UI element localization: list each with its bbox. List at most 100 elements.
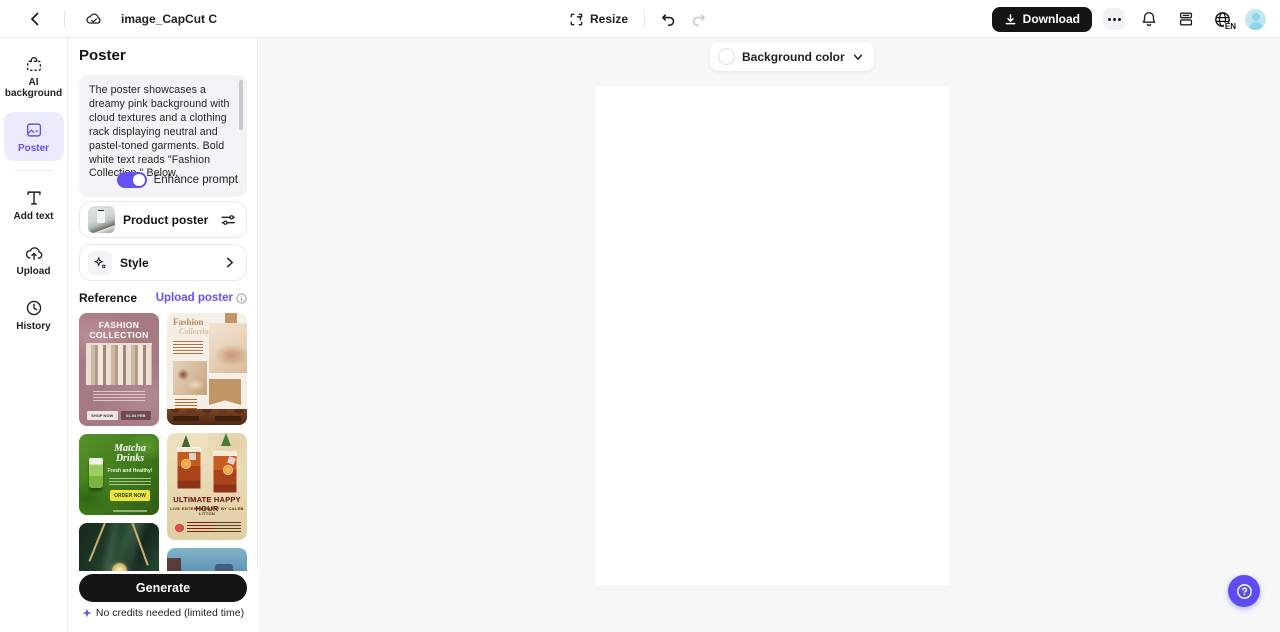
color-swatch — [718, 48, 735, 65]
panel-title: Poster — [79, 47, 126, 64]
bell-icon — [1140, 10, 1158, 28]
resize-button[interactable]: Resize — [563, 8, 634, 31]
download-icon — [1004, 13, 1017, 26]
back-button[interactable] — [22, 6, 48, 32]
poster-title: COLLECTION — [79, 330, 159, 340]
sidebar-item-label: Add text — [14, 211, 54, 222]
style-sparkle-icon — [88, 251, 112, 275]
fine-print — [173, 341, 203, 355]
avatar[interactable] — [1245, 9, 1266, 30]
product-poster-thumbnail — [88, 206, 115, 233]
bag-dashed-icon — [24, 54, 44, 74]
more-options-button[interactable] — [1103, 8, 1125, 30]
sidebar-item-add-text[interactable]: Add text — [4, 180, 64, 229]
fine-print — [93, 391, 145, 403]
sidebar-item-upload[interactable]: Upload — [4, 235, 64, 284]
chevron-down-icon — [852, 51, 864, 63]
enhance-prompt-label: Enhance prompt — [154, 174, 238, 186]
sidebar-item-label: Upload — [17, 266, 51, 277]
poster-tagline: Fresh and Healthy! — [105, 468, 155, 474]
divider — [14, 170, 54, 171]
reference-thumb-fashion-pink[interactable]: FASHIONCOLLECTION SHOP NOW 01-04 FEB — [79, 313, 159, 426]
download-button[interactable]: Download — [992, 7, 1092, 32]
upload-poster-button[interactable]: Upload poster — [156, 292, 247, 304]
language-badge: EN — [1224, 23, 1237, 31]
fine-print — [109, 478, 151, 486]
divider — [64, 11, 65, 27]
style-card[interactable]: Style — [79, 244, 247, 281]
top-bar: image_CapCut C Resize Download EN — [0, 0, 1280, 38]
redo-icon — [690, 11, 707, 28]
chevron-right-icon — [223, 256, 236, 269]
reference-thumb-matcha[interactable]: Matcha Drinks Fresh and Healthy! ORDER N… — [79, 434, 159, 515]
accessories-photo — [173, 361, 207, 395]
document-title[interactable]: image_CapCut C — [121, 12, 217, 26]
prompt-input[interactable]: The poster showcases a dreamy pink backg… — [79, 75, 247, 197]
product-poster-label: Product poster — [123, 213, 220, 227]
resize-icon — [569, 12, 584, 27]
upload-cloud-icon — [24, 243, 44, 263]
product-poster-card[interactable]: Product poster — [79, 201, 247, 238]
fine-print — [187, 522, 213, 534]
sidebar-item-poster[interactable]: Poster — [4, 112, 64, 161]
reference-thumb-happy-hour[interactable]: ULTIMATE HAPPY HOUR LIVE ENTERTAINMENT B… — [167, 433, 247, 540]
style-label: Style — [120, 256, 223, 270]
upload-poster-label: Upload poster — [156, 292, 233, 304]
reference-thumb-city[interactable] — [167, 548, 247, 571]
enhance-prompt-toggle[interactable] — [117, 172, 147, 188]
prompt-text[interactable]: The poster showcases a dreamy pink backg… — [89, 84, 233, 181]
generate-button[interactable]: Generate — [79, 574, 247, 602]
reference-label: Reference — [79, 291, 137, 305]
download-label: Download — [1023, 12, 1080, 26]
divider — [644, 11, 645, 27]
poster-panel: Poster The poster showcases a dreamy pin… — [68, 38, 258, 632]
background-color-label: Background color — [742, 50, 845, 64]
history-clock-icon — [24, 298, 44, 318]
prompt-scrollbar[interactable] — [239, 80, 243, 130]
text-icon — [24, 188, 44, 208]
clothing-rack-photo — [86, 343, 152, 385]
printer-icon — [1177, 10, 1195, 28]
credits-note: No credits needed (limited time) — [96, 607, 244, 619]
fine-print — [213, 522, 241, 534]
background-color-dropdown[interactable]: Background color — [710, 42, 874, 71]
gold-pendant — [112, 563, 127, 571]
sliders-icon[interactable] — [220, 212, 236, 228]
tool-rail: AI background Poster Add text Upload His… — [0, 38, 68, 632]
reference-thumb-necklace[interactable] — [79, 523, 159, 571]
chevron-left-icon — [27, 11, 43, 27]
sidebar-item-ai-background[interactable]: AI background — [4, 46, 64, 106]
redo-button[interactable] — [685, 6, 711, 32]
fine-print — [113, 510, 147, 512]
poster-title: FASHION — [79, 320, 159, 330]
cloud-saved-icon[interactable] — [81, 6, 107, 32]
canvas-area: Background color — [259, 38, 1280, 632]
artboard[interactable] — [596, 86, 949, 585]
sidebar-item-history[interactable]: History — [4, 290, 64, 339]
shop-now-button: SHOP NOW — [87, 411, 118, 420]
sidebar-item-label: Poster — [18, 143, 49, 154]
poster-title: Fashion — [173, 318, 204, 327]
poster-title: Collection — [179, 327, 212, 336]
notifications-button[interactable] — [1136, 6, 1162, 32]
order-now-button: ORDER NOW — [110, 490, 150, 501]
language-button[interactable]: EN — [1210, 8, 1234, 30]
undo-icon — [660, 11, 677, 28]
fine-print — [175, 399, 197, 409]
sparkle-icon — [82, 608, 92, 618]
help-button[interactable] — [1228, 575, 1260, 607]
info-icon[interactable] — [236, 293, 247, 304]
undo-button[interactable] — [655, 6, 681, 32]
print-button[interactable] — [1173, 6, 1199, 32]
reference-thumb-fashion-cream[interactable]: Fashion Collection — [167, 313, 247, 425]
panel-footer: Generate No credits needed (limited time… — [68, 571, 258, 632]
poster-icon — [24, 120, 44, 140]
matcha-glass — [89, 458, 103, 488]
heels-photo — [209, 323, 247, 373]
resize-label: Resize — [590, 12, 628, 26]
sidebar-item-label: AI background — [4, 77, 64, 99]
poster-subtitle: LIVE ENTERTAINMENT BY CALEB LITTON — [167, 506, 247, 516]
question-icon — [1235, 582, 1254, 601]
date-button: 01-04 FEB — [121, 411, 152, 420]
sidebar-item-label: History — [16, 321, 50, 332]
